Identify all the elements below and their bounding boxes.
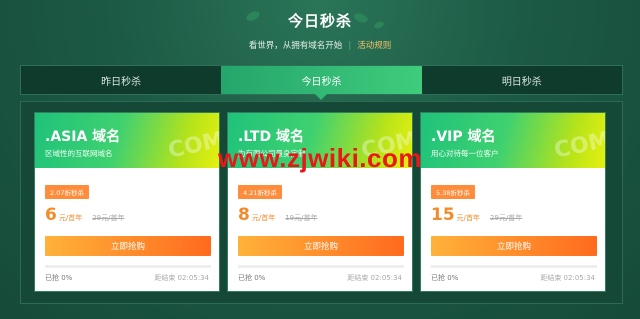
discount-badge: 4.21折秒杀 <box>238 185 282 199</box>
site-watermark: www.zjwiki.com <box>218 143 422 173</box>
tab-yesterday[interactable]: 昨日秒杀 <box>21 66 221 94</box>
sold-percent: 已抢 0% <box>45 274 73 282</box>
deal-card-vip: COM .VIP 域名 用心对待每一位客户 5.38折秒杀 15 元/首年 29元/… <box>420 112 606 292</box>
page-subtitle: 看世界，从拥有域名开始 | 活动规则 <box>0 39 640 51</box>
divider: | <box>348 41 352 51</box>
price: 15 元/首年 29元/首年 <box>431 205 522 225</box>
price-unit: 元/首年 <box>58 214 83 222</box>
countdown: 距结束 02:05:34 <box>154 274 209 282</box>
day-tabs: 昨日秒杀 今日秒杀 明日秒杀 <box>20 65 623 100</box>
original-price: 29元/首年 <box>92 214 125 222</box>
sold-progress-bar <box>45 265 211 268</box>
discount-badge: 5.38折秒杀 <box>431 185 475 199</box>
rules-link[interactable]: 活动规则 <box>357 41 391 51</box>
buy-now-button[interactable]: 立即抢购 <box>238 236 404 256</box>
tab-today[interactable]: 今日秒杀 <box>221 66 422 100</box>
price-value: 6 <box>45 205 57 225</box>
sold-percent: 已抢 0% <box>431 274 459 282</box>
price: 8 元/首年 19元/首年 <box>238 205 317 225</box>
page-title: 今日秒杀 <box>287 12 352 30</box>
original-price: 19元/首年 <box>285 214 318 222</box>
sold-progress-bar <box>238 265 404 268</box>
price-unit: 元/首年 <box>251 214 276 222</box>
buy-now-button[interactable]: 立即抢购 <box>45 236 211 256</box>
discount-badge: 2.07折秒杀 <box>45 185 89 199</box>
countdown: 距结束 02:05:34 <box>540 274 595 282</box>
deal-card-ltd: COM .LTD 域名 为有限公司量身定制 4.21折秒杀 8 元/首年 19元/首… <box>227 112 413 292</box>
price: 6 元/首年 29元/首年 <box>45 205 124 225</box>
buy-now-button[interactable]: 立即抢购 <box>431 236 597 256</box>
price-value: 15 <box>431 205 455 225</box>
subtitle-text: 看世界，从拥有域名开始 <box>248 41 343 51</box>
countdown: 距结束 02:05:34 <box>347 274 402 282</box>
sold-percent: 已抢 0% <box>238 274 266 282</box>
price-unit: 元/首年 <box>456 214 481 222</box>
original-price: 29元/首年 <box>490 214 523 222</box>
price-value: 8 <box>238 205 250 225</box>
deal-card-asia: COM .ASIA 域名 区域性的互联网域名 2.07折秒杀 6 元/首年 29元/… <box>34 112 220 292</box>
tab-tomorrow[interactable]: 明日秒杀 <box>422 66 622 94</box>
sold-progress-bar <box>431 265 597 268</box>
